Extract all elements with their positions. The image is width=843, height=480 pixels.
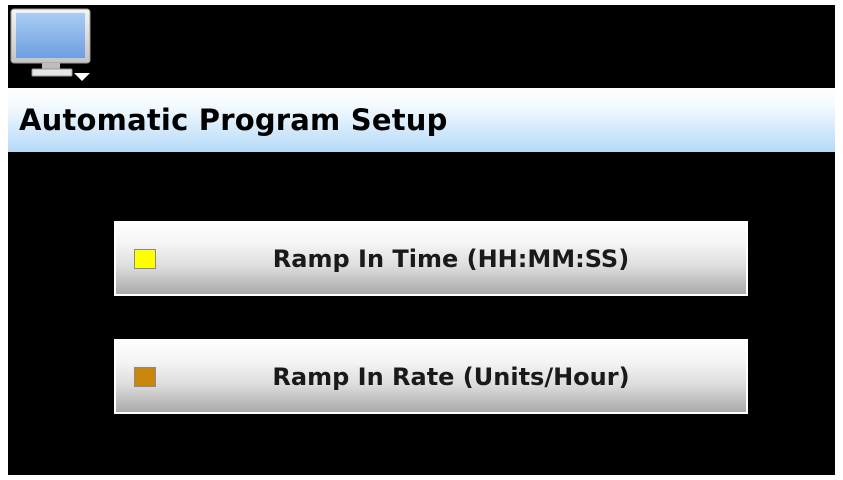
- ramp-in-rate-indicator: [134, 367, 156, 387]
- monitor-icon[interactable]: [10, 7, 92, 83]
- ramp-in-time-indicator: [134, 249, 156, 269]
- page: Automatic Program Setup Ramp In Time (HH…: [0, 0, 843, 480]
- ramp-in-time-label: Ramp In Time (HH:MM:SS): [272, 244, 630, 273]
- page-title: Automatic Program Setup: [19, 103, 448, 137]
- ramp-in-rate-label: Ramp In Rate (Units/Hour): [272, 362, 630, 391]
- hmi-screen: Automatic Program Setup Ramp In Time (HH…: [8, 5, 835, 475]
- title-bar: Automatic Program Setup: [8, 88, 835, 152]
- ramp-in-rate-button[interactable]: Ramp In Rate (Units/Hour): [114, 339, 748, 414]
- ramp-in-time-button[interactable]: Ramp In Time (HH:MM:SS): [114, 221, 748, 296]
